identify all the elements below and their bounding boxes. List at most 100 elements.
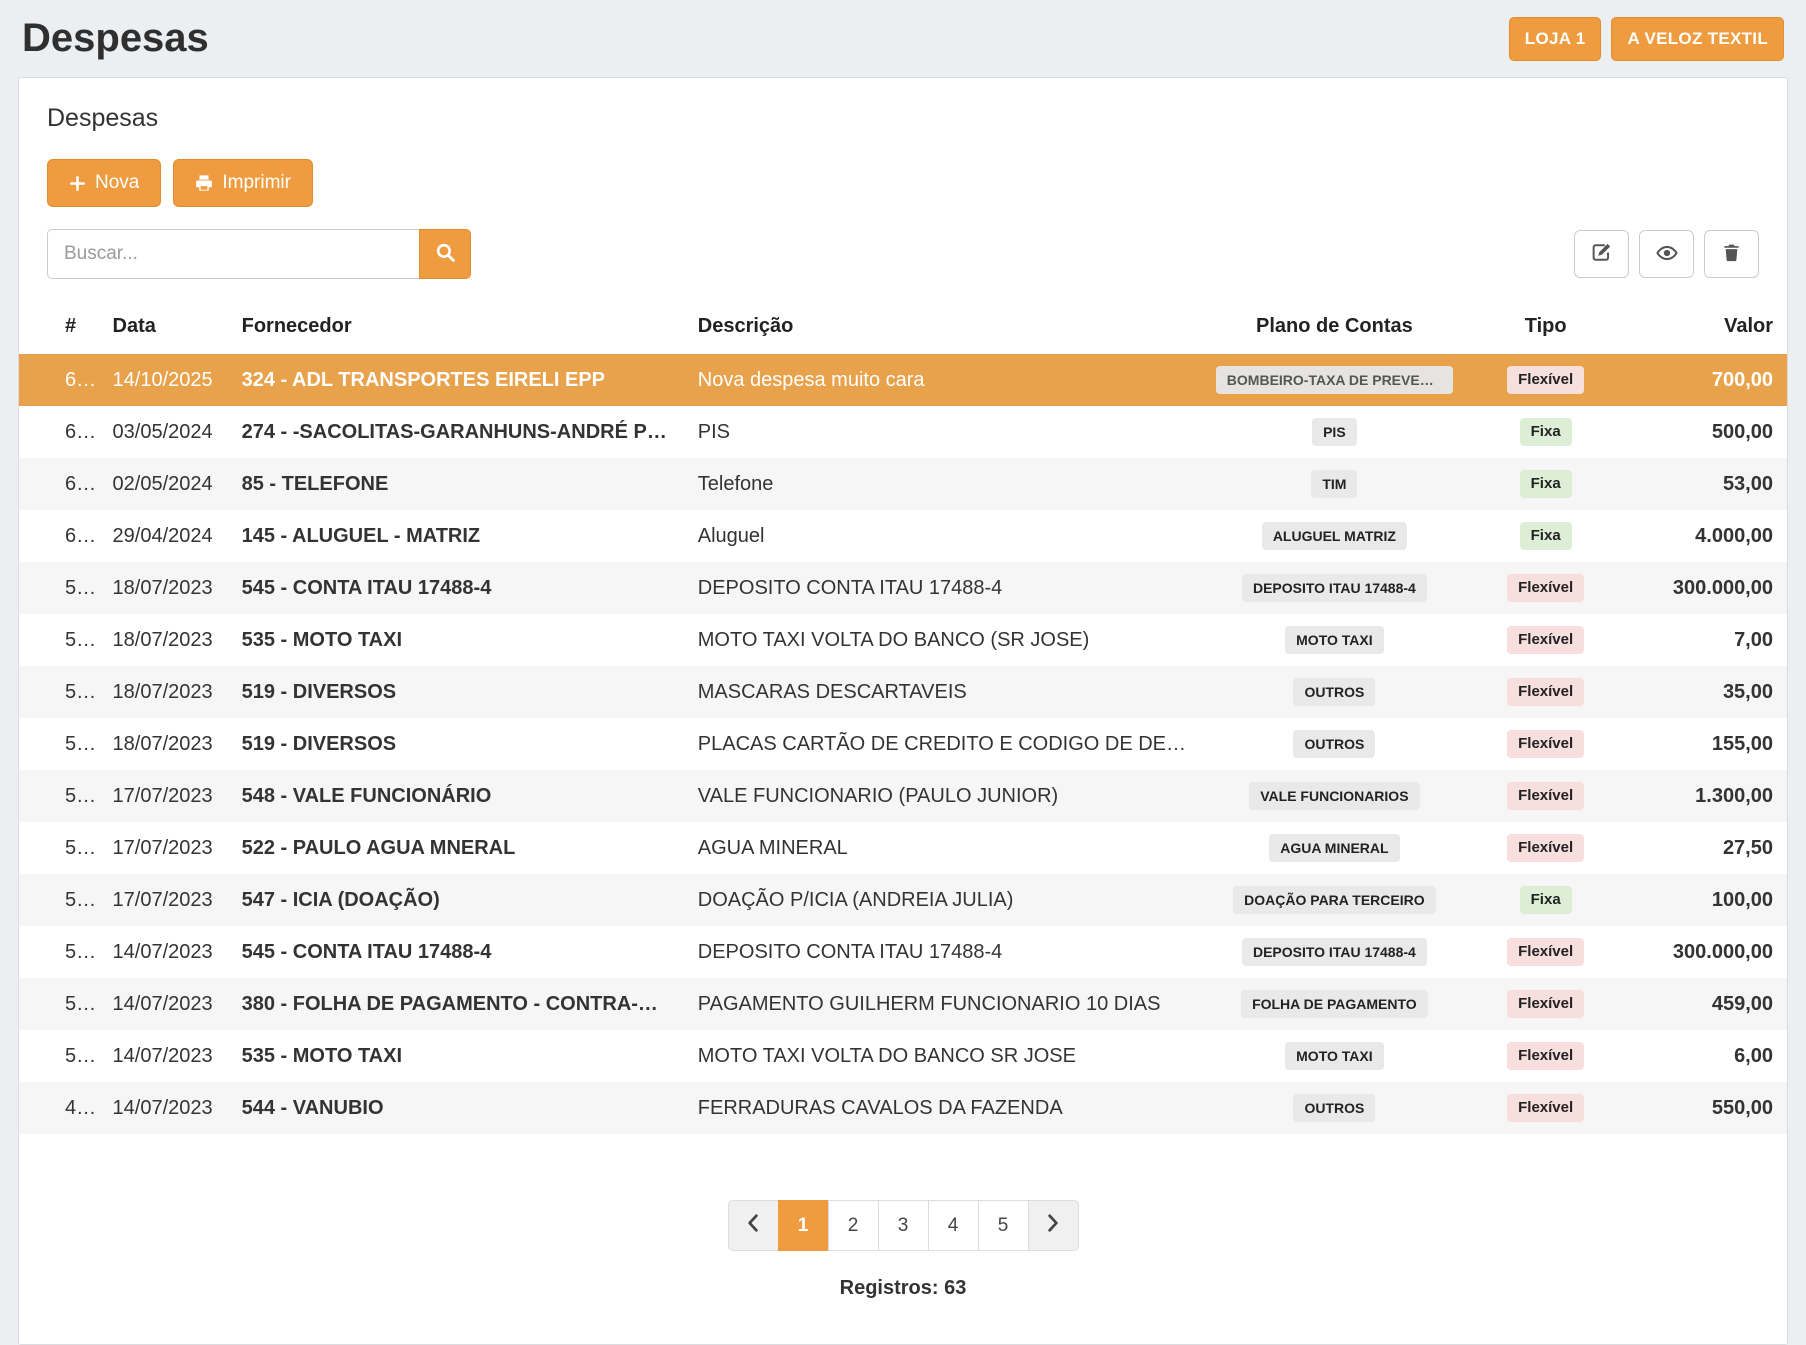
expenses-table: # Data Fornecedor Descrição Plano de Con…: [19, 303, 1787, 1134]
type-badge: Fixa: [1520, 418, 1572, 446]
account-badge: PIS: [1312, 418, 1357, 446]
table-row[interactable]: 5618/07/2023519 - DIVERSOSPLACAS CARTÃO …: [19, 718, 1787, 770]
cell-supplier: 545 - CONTA ITAU 17488-4: [228, 562, 684, 614]
pagination-page-1[interactable]: 1: [778, 1200, 829, 1251]
cell-date: 18/07/2023: [99, 562, 228, 614]
pagination-page-3[interactable]: 3: [878, 1200, 929, 1251]
cell-account: VALE FUNCIONARIOS: [1202, 770, 1467, 822]
cell-description: FERRADURAS CAVALOS DA FAZENDA: [684, 1082, 1202, 1134]
pagination-page-4[interactable]: 4: [928, 1200, 979, 1251]
table-row[interactable]: 5417/07/2023522 - PAULO AGUA MNERALAGUA …: [19, 822, 1787, 874]
table-row[interactable]: 5214/07/2023545 - CONTA ITAU 17488-4DEPO…: [19, 926, 1787, 978]
account-badge: OUTROS: [1293, 678, 1375, 706]
cell-account: DEPOSITO ITAU 17488-4: [1202, 926, 1467, 978]
cell-date: 14/07/2023: [99, 1082, 228, 1134]
account-badge: DEPOSITO ITAU 17488-4: [1242, 938, 1427, 966]
cell-type: Flexível: [1467, 562, 1624, 614]
pagination-prev-button[interactable]: [728, 1200, 779, 1251]
pagination-page-2[interactable]: 2: [828, 1200, 879, 1251]
cell-value: 459,00: [1624, 978, 1787, 1030]
delete-button[interactable]: [1704, 230, 1759, 278]
cell-value: 1.300,00: [1624, 770, 1787, 822]
cell-id: 55: [19, 770, 99, 822]
search-row: [19, 207, 1787, 279]
search-icon: [435, 242, 456, 266]
account-badge: MOTO TAXI: [1285, 1042, 1383, 1070]
view-button[interactable]: [1639, 230, 1694, 278]
type-badge: Flexível: [1507, 834, 1584, 862]
trash-icon: [1722, 243, 1741, 265]
pagination-page-5[interactable]: 5: [978, 1200, 1029, 1251]
table-row[interactable]: 5317/07/2023547 - ICIA (DOAÇÃO)DOAÇÃO P/…: [19, 874, 1787, 926]
cell-date: 03/05/2024: [99, 406, 228, 458]
cell-supplier: 519 - DIVERSOS: [228, 718, 684, 770]
edit-button[interactable]: [1574, 230, 1629, 278]
type-badge: Flexível: [1507, 574, 1584, 602]
cell-description: Aluguel: [684, 510, 1202, 562]
new-expense-button[interactable]: Nova: [47, 159, 161, 207]
cell-type: Flexível: [1467, 926, 1624, 978]
plus-icon: [69, 175, 86, 192]
table-row[interactable]: 6029/04/2024145 - ALUGUEL - MATRIZAlugue…: [19, 510, 1787, 562]
row-actions: [1574, 230, 1759, 278]
table-row[interactable]: 5918/07/2023545 - CONTA ITAU 17488-4DEPO…: [19, 562, 1787, 614]
cell-value: 6,00: [1624, 1030, 1787, 1082]
store-button-loja1[interactable]: LOJA 1: [1509, 17, 1602, 61]
type-badge: Flexível: [1507, 1042, 1584, 1070]
pagination-next-button[interactable]: [1028, 1200, 1079, 1251]
table-row[interactable]: 5114/07/2023380 - FOLHA DE PAGAMENTO - C…: [19, 978, 1787, 1030]
chevron-left-icon: [746, 1214, 760, 1238]
cell-date: 18/07/2023: [99, 666, 228, 718]
table-row[interactable]: 5014/07/2023535 - MOTO TAXIMOTO TAXI VOL…: [19, 1030, 1787, 1082]
records-count: Registros: 63: [19, 1277, 1787, 1300]
search-input[interactable]: [47, 229, 419, 279]
account-badge: DEPOSITO ITAU 17488-4: [1242, 574, 1427, 602]
table-row[interactable]: 4914/07/2023544 - VANUBIOFERRADURAS CAVA…: [19, 1082, 1787, 1134]
print-button[interactable]: Imprimir: [173, 159, 313, 207]
cell-supplier: 522 - PAULO AGUA MNERAL: [228, 822, 684, 874]
account-badge: AGUA MINERAL: [1269, 834, 1399, 862]
cell-type: Flexível: [1467, 978, 1624, 1030]
cell-account: DOAÇÃO PARA TERCEIRO: [1202, 874, 1467, 926]
cell-id: 56: [19, 718, 99, 770]
cell-id: 51: [19, 978, 99, 1030]
cell-id: 64: [19, 354, 99, 406]
cell-value: 700,00: [1624, 354, 1787, 406]
cell-date: 17/07/2023: [99, 822, 228, 874]
table-row[interactable]: 6303/05/2024274 - -SACOLITAS-GARANHUNS-A…: [19, 406, 1787, 458]
cell-type: Flexível: [1467, 1082, 1624, 1134]
cell-value: 4.000,00: [1624, 510, 1787, 562]
table-row[interactable]: 6414/10/2025324 - ADL TRANSPORTES EIRELI…: [19, 354, 1787, 406]
cell-date: 14/07/2023: [99, 978, 228, 1030]
account-badge: VALE FUNCIONARIOS: [1249, 782, 1419, 810]
account-badge: FOLHA DE PAGAMENTO: [1241, 990, 1428, 1018]
table-row[interactable]: 5818/07/2023535 - MOTO TAXIMOTO TAXI VOL…: [19, 614, 1787, 666]
cell-date: 18/07/2023: [99, 614, 228, 666]
expenses-card: Despesas Nova Imprimir: [18, 77, 1788, 1345]
cell-value: 35,00: [1624, 666, 1787, 718]
cell-id: 62: [19, 458, 99, 510]
cell-value: 53,00: [1624, 458, 1787, 510]
search-button[interactable]: [419, 229, 471, 279]
type-badge: Flexível: [1507, 678, 1584, 706]
cell-type: Fixa: [1467, 458, 1624, 510]
store-button-veloz-textil[interactable]: A VELOZ TEXTIL: [1611, 17, 1784, 61]
table-row[interactable]: 6202/05/202485 - TELEFONETelefoneTIMFixa…: [19, 458, 1787, 510]
cell-value: 7,00: [1624, 614, 1787, 666]
cell-type: Flexível: [1467, 718, 1624, 770]
cell-id: 58: [19, 614, 99, 666]
expense-rows: 6414/10/2025324 - ADL TRANSPORTES EIRELI…: [19, 354, 1787, 1134]
cell-value: 550,00: [1624, 1082, 1787, 1134]
table-row[interactable]: 5517/07/2023548 - VALE FUNCIONÁRIOVALE F…: [19, 770, 1787, 822]
cell-account: FOLHA DE PAGAMENTO: [1202, 978, 1467, 1030]
type-badge: Fixa: [1520, 886, 1572, 914]
page-title: Despesas: [22, 16, 209, 61]
table-row[interactable]: 5718/07/2023519 - DIVERSOSMASCARAS DESCA…: [19, 666, 1787, 718]
cell-supplier: 535 - MOTO TAXI: [228, 614, 684, 666]
account-badge: BOMBEIRO-TAXA DE PREVEN ...: [1216, 366, 1453, 394]
cell-account: OUTROS: [1202, 718, 1467, 770]
header-date: Data: [99, 303, 228, 354]
cell-date: 29/04/2024: [99, 510, 228, 562]
cell-date: 14/10/2025: [99, 354, 228, 406]
cell-description: DEPOSITO CONTA ITAU 17488-4: [684, 926, 1202, 978]
